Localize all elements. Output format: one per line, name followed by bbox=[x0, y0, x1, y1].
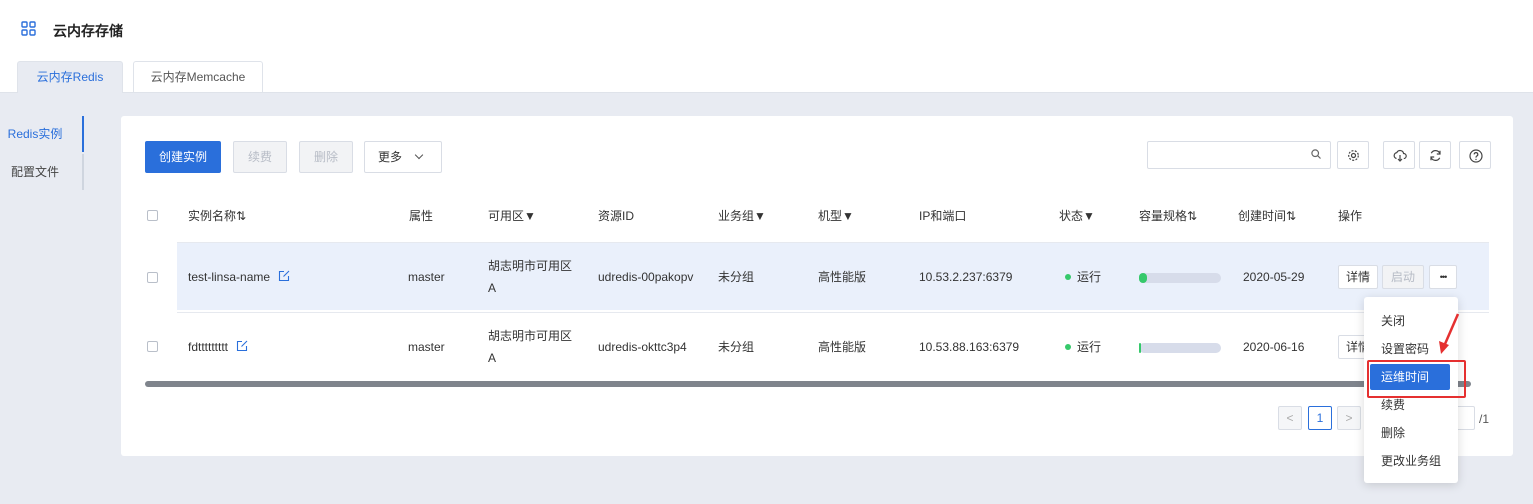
header-status[interactable]: 状态▼ bbox=[1059, 202, 1095, 242]
renew-button[interactable]: 续费 bbox=[233, 141, 287, 173]
status-badge: 运行 bbox=[1065, 338, 1101, 356]
status-dot-icon bbox=[1065, 344, 1071, 350]
table-row: fdttttttttt master 胡志明市可用区 A udredis-okt… bbox=[177, 312, 1489, 380]
chevron-down-icon bbox=[414, 150, 424, 160]
detail-button[interactable]: 详情 bbox=[1338, 265, 1378, 289]
menu-item-delete[interactable]: 删除 bbox=[1364, 420, 1458, 446]
search-input[interactable] bbox=[1147, 141, 1331, 169]
capacity-bar-fill bbox=[1139, 343, 1141, 353]
table-row: test-linsa-name master 胡志明市可用区 A udredis… bbox=[177, 242, 1489, 310]
search-icon[interactable] bbox=[1311, 149, 1321, 159]
ip-port: 10.53.2.237:6379 bbox=[919, 270, 1013, 284]
header-zone[interactable]: 可用区▼ bbox=[488, 202, 536, 242]
tab-memcache[interactable]: 云内存Memcache bbox=[133, 61, 263, 93]
header-resource-id: 资源ID bbox=[598, 209, 635, 223]
edit-icon[interactable] bbox=[278, 270, 290, 282]
highlight-box bbox=[1367, 360, 1466, 398]
menu-item-change-group[interactable]: 更改业务组 bbox=[1364, 448, 1458, 474]
more-label: 更多 bbox=[378, 150, 403, 164]
created-date: 2020-05-29 bbox=[1243, 270, 1305, 284]
capacity-bar bbox=[1139, 343, 1221, 353]
settings-button[interactable] bbox=[1337, 141, 1369, 169]
capacity-bar-fill bbox=[1139, 273, 1148, 283]
refresh-icon bbox=[1430, 150, 1441, 161]
header-model[interactable]: 机型▼ bbox=[818, 202, 854, 242]
page-title: 云内存存储 bbox=[53, 23, 123, 39]
group-value: 未分组 bbox=[718, 340, 755, 354]
ip-port: 10.53.88.163:6379 bbox=[919, 340, 1020, 354]
attr-value: master bbox=[408, 340, 445, 354]
instances-panel: 创建实例 续费 删除 更多 实例名称⇅ 属性 可用区▼ 资源ID 业务组▼ 机型… bbox=[121, 116, 1513, 456]
header-group[interactable]: 业务组▼ bbox=[718, 202, 766, 242]
annotation-arrow-icon bbox=[1439, 313, 1460, 354]
prev-page-button[interactable]: < bbox=[1278, 406, 1302, 430]
status-text: 运行 bbox=[1077, 270, 1102, 284]
header-created[interactable]: 创建时间⇅ bbox=[1238, 202, 1296, 242]
sidebar-item-config-files[interactable]: 配置文件 bbox=[0, 154, 84, 190]
cloud-download-icon bbox=[1393, 149, 1407, 162]
status-dot-icon bbox=[1065, 274, 1071, 280]
tab-redis[interactable]: 云内存Redis bbox=[17, 61, 123, 93]
row-checkbox[interactable] bbox=[147, 341, 158, 352]
model-value: 高性能版 bbox=[818, 270, 867, 284]
page-total: /1 bbox=[1479, 412, 1490, 426]
header-ops: 操作 bbox=[1338, 209, 1363, 223]
capacity-bar bbox=[1139, 273, 1221, 283]
gear-icon bbox=[1348, 150, 1359, 161]
create-instance-button[interactable]: 创建实例 bbox=[145, 141, 221, 173]
refresh-button[interactable] bbox=[1419, 141, 1451, 169]
edit-icon[interactable] bbox=[236, 340, 248, 352]
zone-value: 胡志明市可用区 bbox=[488, 259, 573, 273]
start-button[interactable]: 启动 bbox=[1382, 265, 1424, 289]
top-bar: 云内存存储 云内存Redis 云内存Memcache bbox=[0, 0, 1533, 93]
horizontal-scrollbar[interactable] bbox=[145, 381, 1471, 387]
model-value: 高性能版 bbox=[818, 340, 867, 354]
header-attr: 属性 bbox=[409, 209, 434, 223]
instance-name: fdttttttttt bbox=[188, 340, 229, 354]
header-capacity[interactable]: 容量规格⇅ bbox=[1139, 202, 1197, 242]
status-badge: 运行 bbox=[1065, 268, 1101, 286]
resource-id: udredis-okttc3p4 bbox=[598, 340, 687, 354]
attr-value: master bbox=[408, 270, 445, 284]
header-ip: IP和端口 bbox=[919, 209, 967, 223]
help-icon bbox=[1469, 149, 1483, 163]
header-name[interactable]: 实例名称⇅ bbox=[188, 202, 246, 242]
select-all-checkbox[interactable] bbox=[147, 210, 158, 221]
download-button[interactable] bbox=[1383, 141, 1415, 169]
grid-icon bbox=[21, 21, 36, 36]
table-header: 实例名称⇅ 属性 可用区▼ 资源ID 业务组▼ 机型▼ IP和端口 状态▼ 容量… bbox=[145, 202, 1489, 242]
created-date: 2020-06-16 bbox=[1243, 340, 1305, 354]
delete-button[interactable]: 删除 bbox=[299, 141, 353, 173]
zone-value-suffix: A bbox=[488, 351, 497, 365]
more-dropdown-button[interactable]: 更多 bbox=[364, 141, 442, 173]
tabs-divider bbox=[0, 92, 1533, 93]
zone-value: 胡志明市可用区 bbox=[488, 329, 573, 343]
row-checkbox[interactable] bbox=[147, 272, 158, 283]
page-1-button[interactable]: 1 bbox=[1308, 406, 1332, 430]
group-value: 未分组 bbox=[718, 270, 755, 284]
more-actions-button[interactable]: ••• bbox=[1429, 265, 1457, 289]
status-text: 运行 bbox=[1077, 340, 1102, 354]
instance-name: test-linsa-name bbox=[188, 270, 271, 284]
next-page-button[interactable]: > bbox=[1337, 406, 1361, 430]
help-button[interactable] bbox=[1459, 141, 1491, 169]
sidebar-item-redis-instances[interactable]: Redis实例 bbox=[0, 116, 84, 152]
resource-id: udredis-00pakopv bbox=[598, 270, 694, 284]
zone-value-suffix: A bbox=[488, 281, 497, 295]
